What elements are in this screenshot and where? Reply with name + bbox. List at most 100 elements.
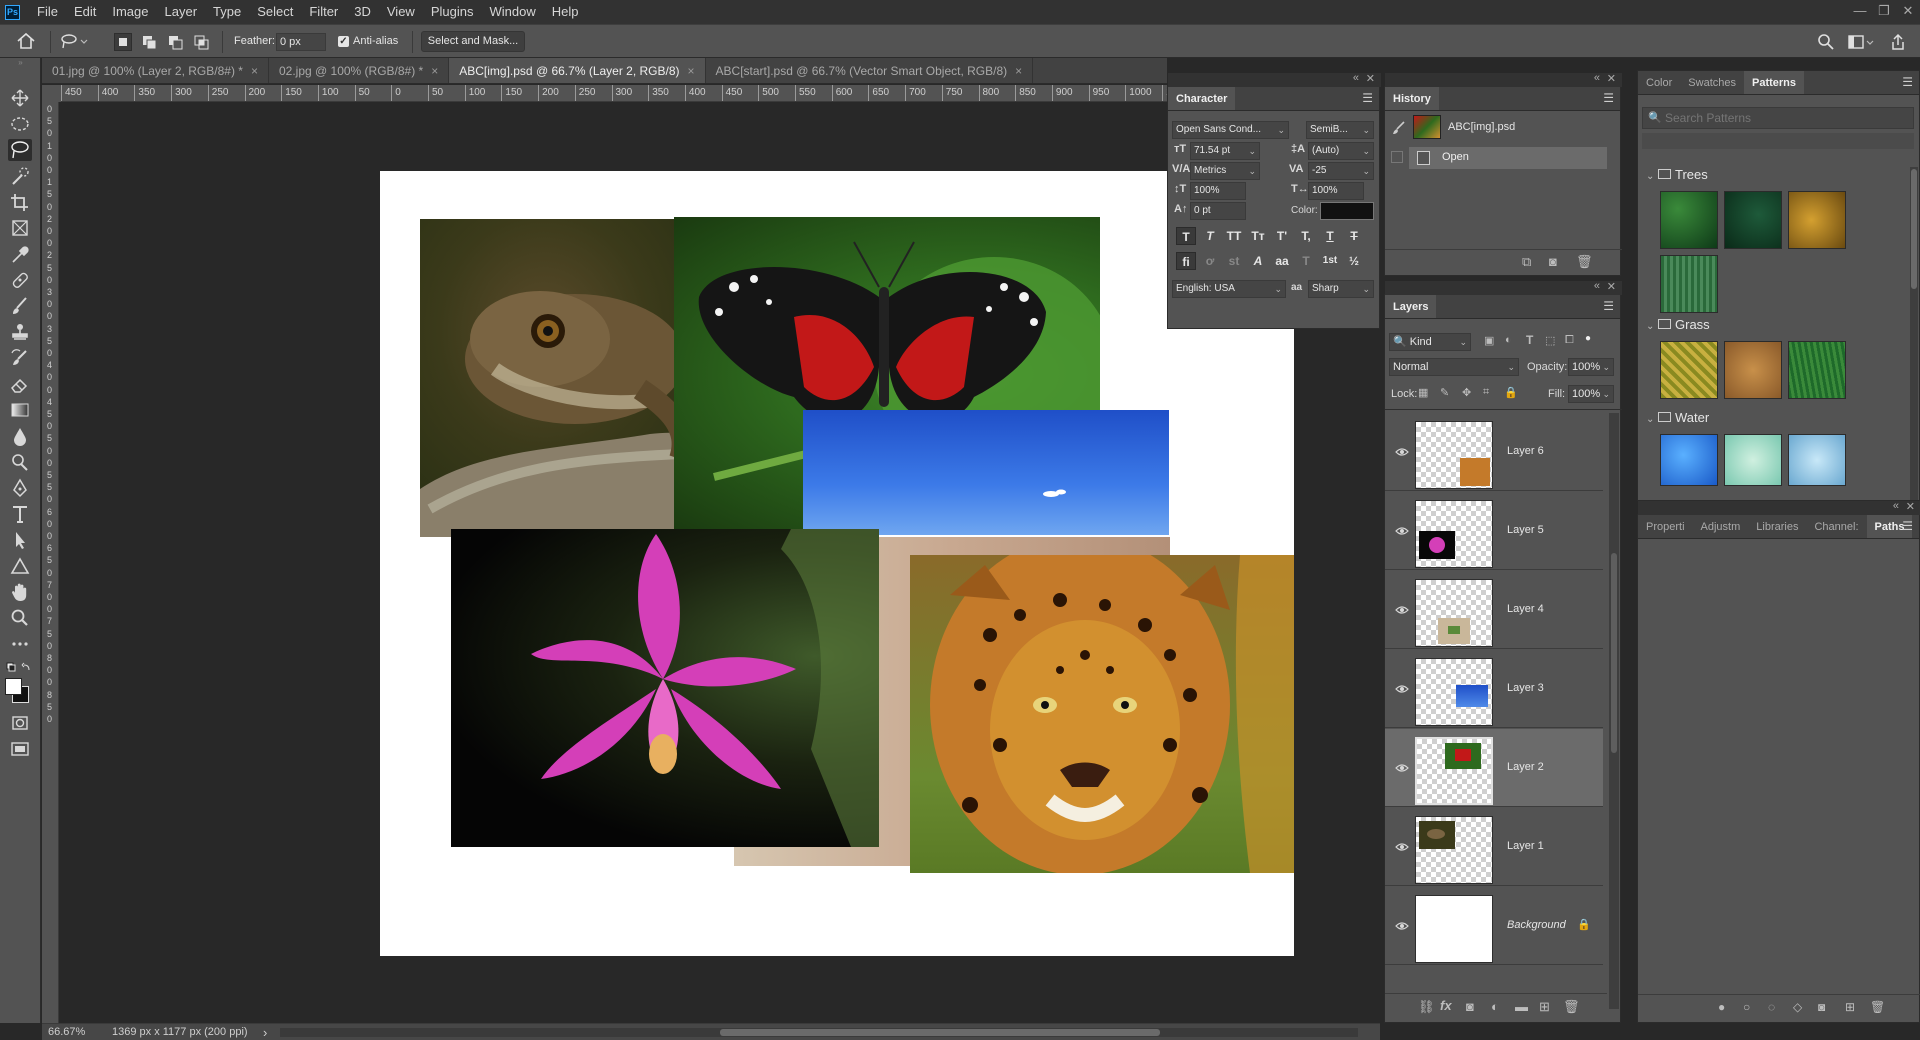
make-work-path-icon[interactable]: ◇ <box>1793 1000 1802 1014</box>
pattern-search-input[interactable] <box>1665 110 1905 126</box>
screen-mode-icon[interactable] <box>8 738 32 760</box>
stylistic-alternates-button[interactable]: aa <box>1272 252 1292 270</box>
horizontal-scrollbar[interactable] <box>280 1028 1358 1037</box>
swash-button[interactable]: A <box>1248 252 1268 270</box>
layer-row-layer-3[interactable]: Layer 3 <box>1385 650 1603 728</box>
delete-path-icon[interactable]: 🗑 <box>1870 1000 1885 1014</box>
stroke-path-icon[interactable]: ○ <box>1743 1000 1750 1014</box>
close-icon[interactable]: × <box>431 58 438 83</box>
lock-artboard-icon[interactable]: ⌗ <box>1483 386 1489 399</box>
filter-type-icon[interactable]: T <box>1526 333 1533 347</box>
link-layers-icon[interactable]: ⛓ <box>1418 999 1435 1015</box>
tab-color[interactable]: Color <box>1638 71 1680 94</box>
filter-pixel-icon[interactable]: ▣ <box>1484 334 1494 347</box>
subtract-selection-icon[interactable] <box>166 33 184 51</box>
leading-input[interactable]: (Auto) ⌄ <box>1308 142 1374 160</box>
discretionary-ligatures-button[interactable]: st <box>1224 252 1244 270</box>
status-menu-arrow-icon[interactable]: › <box>263 1025 267 1040</box>
pattern-search-field[interactable]: 🔍 <box>1642 107 1914 129</box>
marquee-tool-icon[interactable] <box>8 113 32 135</box>
workspace-icon[interactable] <box>1848 33 1876 51</box>
visibility-eye-icon[interactable] <box>1395 842 1409 852</box>
menu-3d[interactable]: 3D <box>346 0 379 24</box>
language-select[interactable]: English: USA ⌄ <box>1172 280 1286 298</box>
clone-stamp-tool-icon[interactable] <box>8 321 32 343</box>
quick-selection-tool-icon[interactable] <box>8 165 32 187</box>
tab-channels[interactable]: Channel: <box>1806 515 1866 538</box>
move-tool-icon[interactable] <box>8 87 32 109</box>
new-group-icon[interactable]: ▬ <box>1515 999 1528 1014</box>
crop-tool-icon[interactable] <box>8 191 32 213</box>
pattern-swatch[interactable] <box>1724 434 1782 486</box>
document-canvas[interactable] <box>380 171 1294 956</box>
path-selection-tool-icon[interactable] <box>8 529 32 551</box>
pattern-group-grass[interactable]: ⌄ Grass <box>1646 317 1710 332</box>
panel-menu-icon[interactable]: ☰ <box>1902 75 1913 89</box>
new-snapshot-icon[interactable]: ◙ <box>1549 254 1557 269</box>
blur-tool-icon[interactable] <box>8 425 32 447</box>
faux-italic-button[interactable]: T <box>1200 227 1220 245</box>
close-icon[interactable]: × <box>251 58 258 83</box>
baseline-shift-input[interactable]: 0 pt <box>1190 202 1246 220</box>
old-style-button[interactable]: ơ <box>1200 252 1220 270</box>
underline-button[interactable]: T <box>1320 227 1340 245</box>
dodge-tool-icon[interactable] <box>8 451 32 473</box>
pattern-swatch[interactable] <box>1788 341 1846 399</box>
delete-layer-icon[interactable]: 🗑 <box>1563 999 1580 1015</box>
eyedropper-tool-icon[interactable] <box>8 243 32 265</box>
menu-filter[interactable]: Filter <box>301 0 346 24</box>
close-window-button[interactable]: ✕ <box>1896 0 1920 24</box>
pattern-swatch[interactable] <box>1660 434 1718 486</box>
history-state-open[interactable]: Open <box>1409 147 1607 169</box>
pattern-swatch[interactable] <box>1724 341 1782 399</box>
layer-name[interactable]: Layer 4 <box>1507 603 1544 615</box>
lasso-preset-icon[interactable] <box>60 32 88 50</box>
menu-window[interactable]: Window <box>481 0 543 24</box>
menu-type[interactable]: Type <box>205 0 249 24</box>
pattern-swatch[interactable] <box>1660 255 1718 313</box>
layer-name[interactable]: Layer 3 <box>1507 682 1544 694</box>
add-mask-icon[interactable]: ◙ <box>1466 999 1474 1014</box>
tracking-select[interactable]: -25 ⌄ <box>1308 162 1374 180</box>
faux-bold-button[interactable]: T <box>1176 227 1196 245</box>
fill-input[interactable]: 100% ⌄ <box>1568 385 1614 403</box>
kerning-select[interactable]: Metrics ⌄ <box>1190 162 1260 180</box>
menu-view[interactable]: View <box>379 0 423 24</box>
tab-abc-start-psd[interactable]: ABC[start].psd @ 66.7% (Vector Smart Obj… <box>706 58 1034 83</box>
patterns-scrollbar[interactable] <box>1910 167 1918 500</box>
lock-position-icon[interactable]: ✥ <box>1462 386 1471 399</box>
add-selection-icon[interactable] <box>140 33 158 51</box>
visibility-eye-icon[interactable] <box>1395 763 1409 773</box>
new-adjustment-layer-icon[interactable]: ◐ <box>1491 999 1499 1014</box>
layers-scrollbar[interactable] <box>1609 413 1619 1009</box>
search-icon[interactable] <box>1817 33 1835 51</box>
layer-filter-select[interactable]: 🔍 Kind ⌄ <box>1389 333 1471 351</box>
pattern-swatch[interactable] <box>1788 434 1846 486</box>
menu-layer[interactable]: Layer <box>157 0 206 24</box>
lock-all-icon[interactable]: 🔒 <box>1504 386 1518 399</box>
layer-row-layer-1[interactable]: Layer 1 <box>1385 808 1603 886</box>
visibility-eye-icon[interactable] <box>1395 447 1409 457</box>
menu-image[interactable]: Image <box>104 0 156 24</box>
add-mask-icon[interactable]: ◙ <box>1818 1000 1825 1014</box>
layer-row-layer-6[interactable]: Layer 6 <box>1385 413 1603 491</box>
layers-panel-title[interactable]: Layers <box>1385 295 1437 318</box>
menu-plugins[interactable]: Plugins <box>423 0 482 24</box>
tab-properties[interactable]: Properti <box>1638 515 1693 538</box>
quick-mask-icon[interactable] <box>8 712 32 734</box>
tab-libraries[interactable]: Libraries <box>1748 515 1806 538</box>
brush-tool-icon[interactable] <box>8 295 32 317</box>
ordinals-button[interactable]: 1st <box>1320 252 1340 270</box>
snapshot-name[interactable]: ABC[img].psd <box>1448 121 1515 133</box>
ligatures-button[interactable]: fi <box>1176 252 1196 270</box>
text-color-swatch[interactable] <box>1320 202 1374 220</box>
antialias-method-select[interactable]: Sharp ⌄ <box>1308 280 1374 298</box>
layer-name[interactable]: Layer 1 <box>1507 840 1544 852</box>
menu-select[interactable]: Select <box>249 0 301 24</box>
lock-image-icon[interactable]: ✎ <box>1440 386 1449 399</box>
close-icon[interactable]: × <box>688 58 695 83</box>
font-size-input[interactable]: 71.54 pt ⌄ <box>1190 142 1260 160</box>
fill-path-icon[interactable]: ● <box>1718 1000 1725 1014</box>
vertical-ruler[interactable]: 0501001502002503003504004505005506006507… <box>42 102 59 1023</box>
tab-02-jpg[interactable]: 02.jpg @ 100% (RGB/8#) * × <box>269 58 450 83</box>
